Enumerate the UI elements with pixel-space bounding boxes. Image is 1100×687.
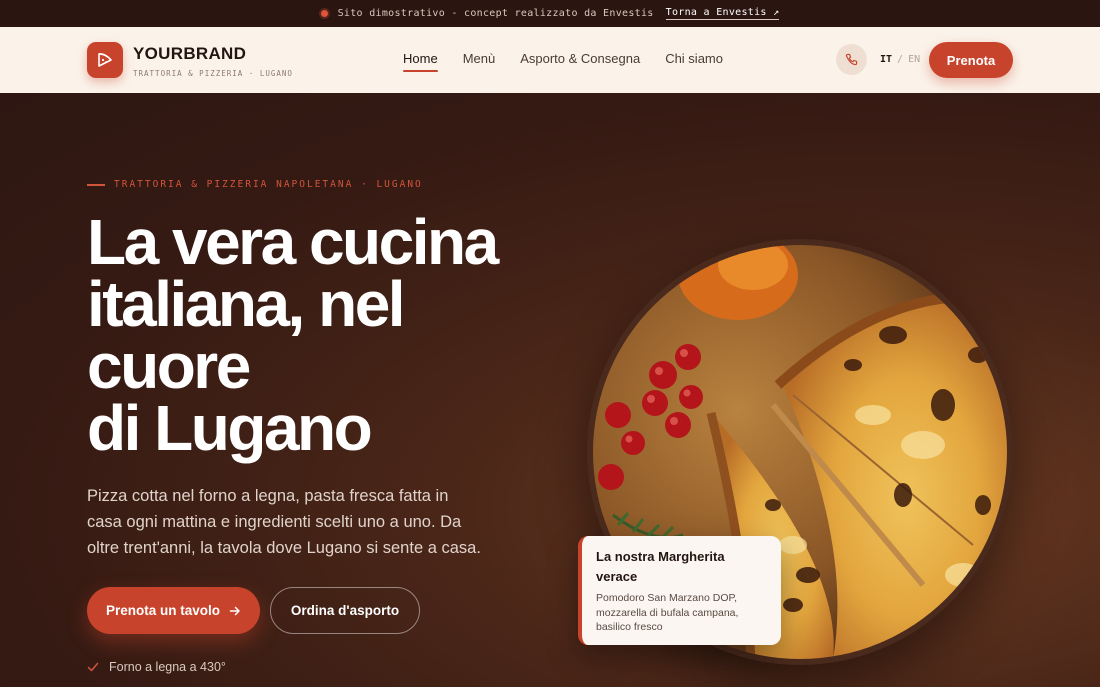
brand-logo[interactable]: [87, 42, 123, 78]
hero-eyebrow: TRATTORIA & PIZZERIA NAPOLETANA · LUGANO: [87, 179, 423, 190]
headline-line-3: cuore: [87, 330, 251, 402]
check-icon: [87, 662, 99, 672]
card-title: La nostra Margherita verace: [596, 549, 725, 584]
language-switcher: IT / EN: [880, 54, 920, 65]
site-header: YOURBRAND TRATTORIA & PIZZERIA · LUGANO …: [0, 27, 1100, 93]
order-takeaway-button[interactable]: Ordina d'asporto: [270, 587, 420, 634]
main-nav: Home Menù Asporto & Consegna Chi siamo: [403, 51, 723, 72]
eyebrow-line: [87, 183, 105, 186]
brand-name[interactable]: YOURBRAND: [133, 44, 246, 64]
status-dot-icon: [320, 10, 328, 17]
featured-dish-card: La nostra Margherita verace Pomodoro San…: [578, 536, 781, 645]
nav-item-menu[interactable]: Menù: [463, 51, 496, 72]
hero-headline: La vera cucina italiana, nel cuore di Lu…: [87, 206, 527, 464]
hero-section: TRATTORIA & PIZZERIA NAPOLETANA · LUGANO…: [0, 93, 1100, 687]
book-table-button[interactable]: Prenota un tavolo: [87, 587, 260, 634]
feature-text: Forno a legna a 430°: [109, 660, 226, 674]
lang-it[interactable]: IT: [880, 54, 892, 65]
hero-lead: Pizza cotta nel forno a legna, pasta fre…: [87, 487, 481, 557]
back-to-envestis-link[interactable]: Torna a Envestis ↗: [665, 7, 780, 20]
headline-line-1: La vera cucina: [87, 206, 499, 278]
demo-bar-text: Sito dimostrativo - concept realizzato d…: [337, 8, 654, 19]
arrow-right-icon: [229, 606, 240, 615]
lang-separator: /: [897, 54, 904, 65]
brand-tagline: TRATTORIA & PIZZERIA · LUGANO: [133, 69, 293, 78]
phone-icon: [845, 53, 858, 66]
nav-item-takeaway[interactable]: Asporto & Consegna: [520, 51, 640, 72]
hero-eyebrow-text: TRATTORIA & PIZZERIA NAPOLETANA · LUGANO: [114, 179, 423, 190]
card-description: Pomodoro San Marzano DOP, mozzarella di …: [596, 592, 739, 633]
nav-item-home[interactable]: Home: [403, 51, 438, 72]
pizza-logo-icon: [98, 53, 112, 67]
headline-line-2: italiana, nel: [87, 268, 406, 340]
feature-item: Forno a legna a 430°: [87, 660, 226, 674]
book-table-label: Prenota un tavolo: [105, 603, 220, 618]
nav-item-about[interactable]: Chi siamo: [665, 51, 723, 72]
phone-button[interactable]: [836, 44, 867, 75]
lang-en[interactable]: EN: [908, 54, 920, 65]
demo-bar: Sito dimostrativo - concept realizzato d…: [0, 0, 1100, 27]
header-book-button[interactable]: Prenota: [929, 42, 1013, 78]
headline-line-4: di Lugano: [87, 392, 373, 464]
